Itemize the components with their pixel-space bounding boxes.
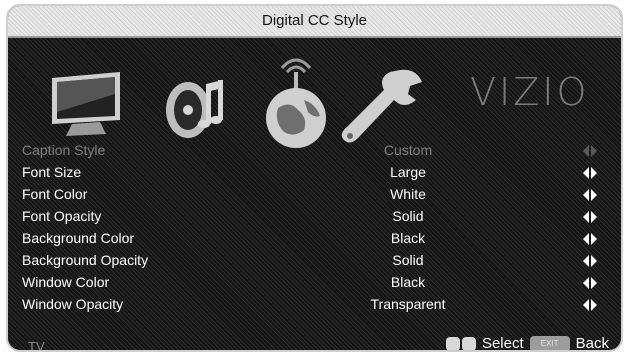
exit-button-icon: EXIT <box>529 335 570 350</box>
window-title: Digital CC Style <box>8 6 621 38</box>
setting-label: Window Opacity <box>22 296 124 312</box>
setting-label: Background Opacity <box>22 252 149 268</box>
settings-row[interactable]: Font Color White <box>8 184 621 204</box>
setting-label: Caption Style <box>22 142 106 158</box>
osd-menu-window: Digital CC Style VIZIO Caption Style Cus… <box>6 4 623 352</box>
setting-value: Solid <box>392 208 424 224</box>
left-right-arrow-icon[interactable] <box>583 166 597 179</box>
left-right-arrow-icon[interactable] <box>583 276 597 289</box>
setting-value: White <box>390 186 426 202</box>
settings-row[interactable]: Caption Style Custom <box>8 140 621 160</box>
settings-row[interactable]: Window Opacity Transparent <box>8 294 621 314</box>
wrench-settings-icon[interactable] <box>338 62 428 152</box>
settings-row[interactable]: Font Opacity Solid <box>8 206 621 226</box>
setting-label: Font Color <box>22 186 88 202</box>
settings-row[interactable]: Window Color Black <box>8 272 621 292</box>
setting-label: Font Size <box>22 164 82 180</box>
setting-value: Custom <box>383 142 433 158</box>
settings-row[interactable]: Font Size Large <box>8 162 621 182</box>
setting-label: Background Color <box>22 230 135 246</box>
setting-label: Window Color <box>22 274 110 290</box>
left-right-arrow-icon[interactable] <box>583 144 597 157</box>
menu-icon-bar: VIZIO <box>8 42 621 152</box>
tv-icon[interactable] <box>46 72 126 142</box>
back-hint: Back <box>575 335 609 352</box>
left-right-arrow-icon[interactable] <box>583 210 597 223</box>
nav-pad-icon <box>445 336 476 350</box>
globe-network-icon[interactable] <box>260 52 332 152</box>
vizio-logo: VIZIO <box>470 70 590 114</box>
music-note-icon[interactable] <box>158 70 228 142</box>
setting-value: Transparent <box>370 296 446 312</box>
left-right-arrow-icon[interactable] <box>583 298 597 311</box>
select-hint: Select <box>481 335 524 352</box>
settings-row[interactable]: Background Color Black <box>8 228 621 248</box>
setting-label: Font Opacity <box>22 208 102 224</box>
setting-value: Black <box>390 274 426 290</box>
setting-value: Large <box>390 164 426 180</box>
footer-hints: Select EXIT Back <box>445 335 609 352</box>
setting-value: Solid <box>392 252 424 268</box>
left-right-arrow-icon[interactable] <box>583 254 597 267</box>
left-right-arrow-icon[interactable] <box>583 188 597 201</box>
setting-value: Black <box>390 230 426 246</box>
settings-row[interactable]: Background Opacity Solid <box>8 250 621 270</box>
input-source-label: TV <box>28 339 45 352</box>
left-right-arrow-icon[interactable] <box>583 232 597 245</box>
